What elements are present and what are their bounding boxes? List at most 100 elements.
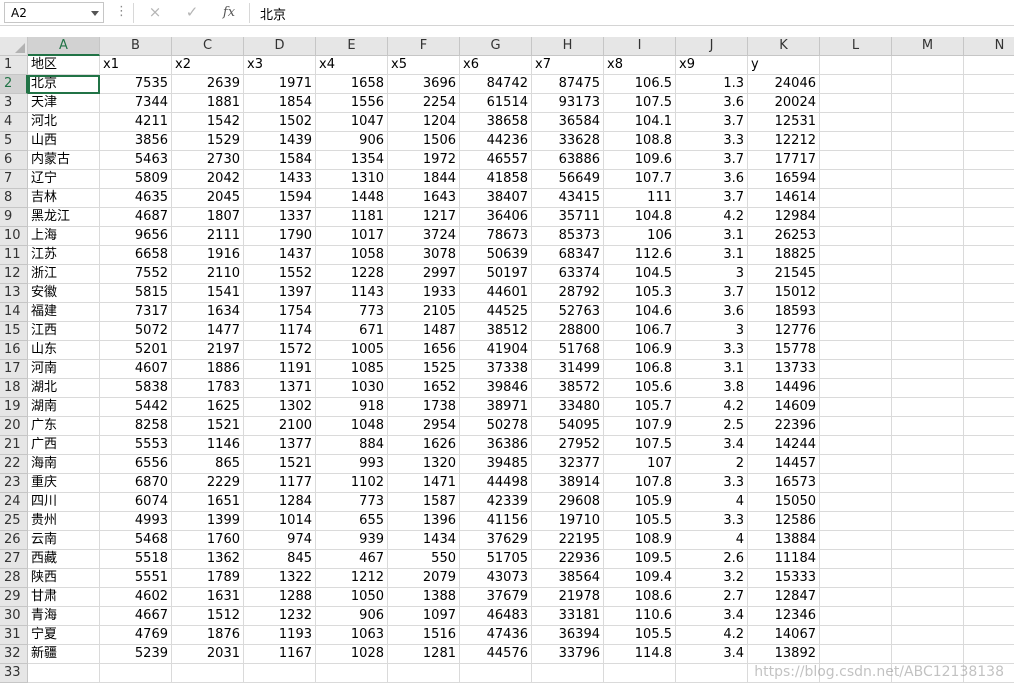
cell-i3[interactable]: 107.5 bbox=[604, 94, 676, 113]
cell-i32[interactable]: 114.8 bbox=[604, 645, 676, 664]
cell-g29[interactable]: 37679 bbox=[460, 588, 532, 607]
cell-e17[interactable]: 1085 bbox=[316, 360, 388, 379]
cell-b8[interactable]: 4635 bbox=[100, 189, 172, 208]
cell-a26[interactable]: 云南 bbox=[28, 531, 100, 550]
cell-l19[interactable] bbox=[820, 398, 892, 417]
cell-k9[interactable]: 12984 bbox=[748, 208, 820, 227]
cell-i6[interactable]: 109.6 bbox=[604, 151, 676, 170]
cell-j23[interactable]: 3.3 bbox=[676, 474, 748, 493]
cell-e14[interactable]: 773 bbox=[316, 303, 388, 322]
cell-b4[interactable]: 4211 bbox=[100, 113, 172, 132]
cell-c13[interactable]: 1541 bbox=[172, 284, 244, 303]
cell-h7[interactable]: 56649 bbox=[532, 170, 604, 189]
formula-input[interactable]: 北京 bbox=[260, 4, 286, 23]
cell-k11[interactable]: 18825 bbox=[748, 246, 820, 265]
cell-c5[interactable]: 1529 bbox=[172, 132, 244, 151]
column-header-j[interactable]: J bbox=[676, 37, 748, 56]
cell-h12[interactable]: 63374 bbox=[532, 265, 604, 284]
cell-f28[interactable]: 2079 bbox=[388, 569, 460, 588]
cell-m32[interactable] bbox=[892, 645, 964, 664]
cell-d32[interactable]: 1167 bbox=[244, 645, 316, 664]
cell-h13[interactable]: 28792 bbox=[532, 284, 604, 303]
cell-k21[interactable]: 14244 bbox=[748, 436, 820, 455]
row-header-20[interactable]: 20 bbox=[0, 417, 28, 436]
cell-i27[interactable]: 109.5 bbox=[604, 550, 676, 569]
cell-a15[interactable]: 江西 bbox=[28, 322, 100, 341]
cell-j20[interactable]: 2.5 bbox=[676, 417, 748, 436]
cell-l3[interactable] bbox=[820, 94, 892, 113]
cell-h30[interactable]: 33181 bbox=[532, 607, 604, 626]
cell-m21[interactable] bbox=[892, 436, 964, 455]
cell-c32[interactable]: 2031 bbox=[172, 645, 244, 664]
cell-e15[interactable]: 671 bbox=[316, 322, 388, 341]
cancel-icon[interactable]: × bbox=[144, 2, 166, 23]
cell-b12[interactable]: 7552 bbox=[100, 265, 172, 284]
cell-l25[interactable] bbox=[820, 512, 892, 531]
cell-e19[interactable]: 918 bbox=[316, 398, 388, 417]
row-header-8[interactable]: 8 bbox=[0, 189, 28, 208]
cell-c24[interactable]: 1651 bbox=[172, 493, 244, 512]
cell-j8[interactable]: 3.7 bbox=[676, 189, 748, 208]
column-header-d[interactable]: D bbox=[244, 37, 316, 56]
cell-e28[interactable]: 1212 bbox=[316, 569, 388, 588]
cell-e29[interactable]: 1050 bbox=[316, 588, 388, 607]
cell-m10[interactable] bbox=[892, 227, 964, 246]
cell-g9[interactable]: 36406 bbox=[460, 208, 532, 227]
cell-j33[interactable] bbox=[676, 664, 748, 683]
cell-k24[interactable]: 15050 bbox=[748, 493, 820, 512]
cell-c29[interactable]: 1631 bbox=[172, 588, 244, 607]
row-header-14[interactable]: 14 bbox=[0, 303, 28, 322]
cell-l27[interactable] bbox=[820, 550, 892, 569]
cell-l28[interactable] bbox=[820, 569, 892, 588]
cell-a14[interactable]: 福建 bbox=[28, 303, 100, 322]
cell-b28[interactable]: 5551 bbox=[100, 569, 172, 588]
cell-d27[interactable]: 845 bbox=[244, 550, 316, 569]
cell-n25[interactable] bbox=[964, 512, 1014, 531]
cell-g8[interactable]: 38407 bbox=[460, 189, 532, 208]
cell-f17[interactable]: 1525 bbox=[388, 360, 460, 379]
cell-l20[interactable] bbox=[820, 417, 892, 436]
cell-e2[interactable]: 1658 bbox=[316, 75, 388, 94]
cell-h2[interactable]: 87475 bbox=[532, 75, 604, 94]
cell-l2[interactable] bbox=[820, 75, 892, 94]
cell-l30[interactable] bbox=[820, 607, 892, 626]
cell-f23[interactable]: 1471 bbox=[388, 474, 460, 493]
cell-n32[interactable] bbox=[964, 645, 1014, 664]
cell-c3[interactable]: 1881 bbox=[172, 94, 244, 113]
cell-i5[interactable]: 108.8 bbox=[604, 132, 676, 151]
cell-b22[interactable]: 6556 bbox=[100, 455, 172, 474]
cell-h17[interactable]: 31499 bbox=[532, 360, 604, 379]
cell-g11[interactable]: 50639 bbox=[460, 246, 532, 265]
cell-j3[interactable]: 3.6 bbox=[676, 94, 748, 113]
cell-c20[interactable]: 1521 bbox=[172, 417, 244, 436]
cell-e21[interactable]: 884 bbox=[316, 436, 388, 455]
cell-n21[interactable] bbox=[964, 436, 1014, 455]
cell-e33[interactable] bbox=[316, 664, 388, 683]
cell-l31[interactable] bbox=[820, 626, 892, 645]
cell-f27[interactable]: 550 bbox=[388, 550, 460, 569]
cell-j5[interactable]: 3.3 bbox=[676, 132, 748, 151]
cell-f18[interactable]: 1652 bbox=[388, 379, 460, 398]
cell-h1[interactable]: x7 bbox=[532, 56, 604, 75]
cell-h22[interactable]: 32377 bbox=[532, 455, 604, 474]
column-header-k[interactable]: K bbox=[748, 37, 820, 56]
cell-h23[interactable]: 38914 bbox=[532, 474, 604, 493]
cell-i9[interactable]: 104.8 bbox=[604, 208, 676, 227]
cell-b17[interactable]: 4607 bbox=[100, 360, 172, 379]
cell-a10[interactable]: 上海 bbox=[28, 227, 100, 246]
cell-e7[interactable]: 1310 bbox=[316, 170, 388, 189]
cell-m18[interactable] bbox=[892, 379, 964, 398]
cell-b33[interactable] bbox=[100, 664, 172, 683]
cell-j31[interactable]: 4.2 bbox=[676, 626, 748, 645]
row-header-19[interactable]: 19 bbox=[0, 398, 28, 417]
column-header-g[interactable]: G bbox=[460, 37, 532, 56]
cell-a11[interactable]: 江苏 bbox=[28, 246, 100, 265]
cell-i7[interactable]: 107.7 bbox=[604, 170, 676, 189]
cell-m25[interactable] bbox=[892, 512, 964, 531]
cell-d33[interactable] bbox=[244, 664, 316, 683]
row-header-13[interactable]: 13 bbox=[0, 284, 28, 303]
cell-b20[interactable]: 8258 bbox=[100, 417, 172, 436]
cell-e22[interactable]: 993 bbox=[316, 455, 388, 474]
cell-m27[interactable] bbox=[892, 550, 964, 569]
cell-i10[interactable]: 106 bbox=[604, 227, 676, 246]
